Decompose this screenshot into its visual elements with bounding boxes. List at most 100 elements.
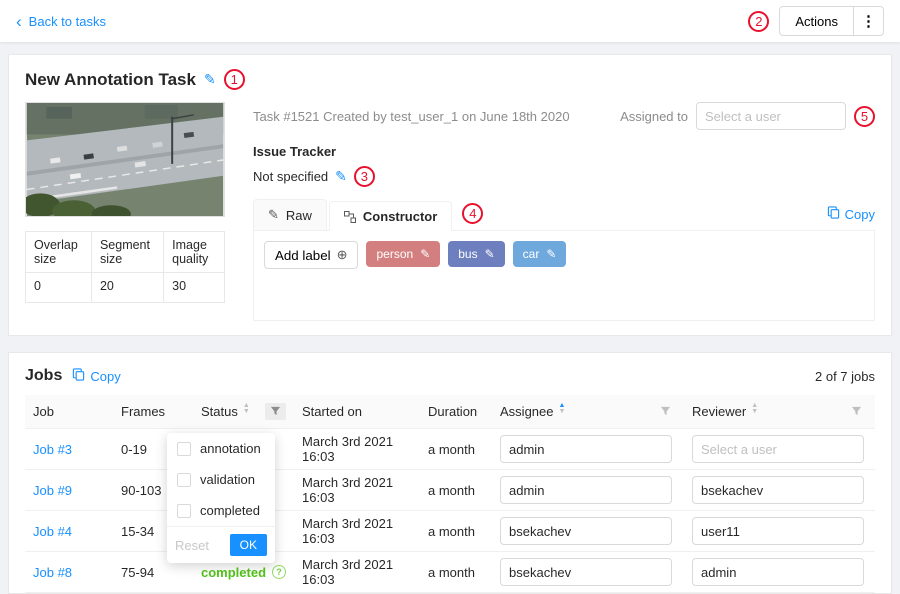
param-quality-header: Image quality [164,232,225,273]
more-actions-button[interactable]: ⋮ [854,6,884,36]
job-status-completed: completed ? [201,565,286,580]
status-filter-icon[interactable] [265,403,286,420]
checkbox[interactable] [177,504,191,518]
assignee-filter-icon[interactable] [655,403,676,420]
col-started: Started on [294,395,420,429]
pencil-icon: ✎ [268,207,279,223]
col-status-label[interactable]: Status [201,404,238,419]
task-left-column: Overlap size Segment size Image quality … [25,102,225,321]
reviewer-input[interactable] [692,517,864,545]
label-person-name: person [376,247,413,261]
label-bus-name: bus [458,247,477,261]
task-meta: Task #1521 Created by test_user_1 on Jun… [253,109,570,124]
status-sort-icon[interactable]: ▲▼ [243,406,250,418]
add-label-button[interactable]: Add label ⊕ [264,241,358,269]
reviewer-sort-icon[interactable]: ▲▼ [751,406,758,418]
params-value-row: 0 20 30 [26,273,225,303]
edit-issue-tracker-icon[interactable]: ✎ [335,168,347,185]
filter-option-annotation[interactable]: annotation [167,433,275,464]
jobs-title: Jobs [25,367,62,385]
job-row-2: Job #9 90-103 March 3rd 2021 16:03 a mon… [25,470,875,511]
annotation-circle-4: 4 [462,203,483,224]
assignee-input[interactable] [500,558,672,586]
labels-tabs-bar: ✎ Raw Constructor 4 Copy [253,199,875,231]
jobs-table-header-row: Job Frames Status ▲▼ Started on Duration [25,395,875,429]
filter-option-annotation-label: annotation [200,441,261,456]
filter-ok-button[interactable]: OK [230,534,267,556]
back-to-tasks-link[interactable]: ‹ Back to tasks [16,13,106,30]
job-link[interactable]: Job #4 [33,524,72,539]
job-started: March 3rd 2021 16:03 [294,511,420,552]
jobs-copy-link[interactable]: Copy [72,368,120,384]
col-reviewer: Reviewer ▲▼ [684,395,875,429]
filter-footer: Reset OK [167,526,275,563]
job-duration: a month [420,429,492,470]
reviewer-filter-icon[interactable] [846,403,867,420]
reviewer-input[interactable] [692,476,864,504]
back-to-tasks-label: Back to tasks [29,14,106,29]
edit-label-bus-icon[interactable]: ✎ [485,247,495,261]
reviewer-input[interactable] [692,435,864,463]
task-title-row: New Annotation Task ✎ 1 [25,69,875,90]
task-title: New Annotation Task [25,70,196,90]
tab-raw[interactable]: ✎ Raw [253,199,327,230]
edit-label-car-icon[interactable]: ✎ [546,247,556,261]
labels-copy-link[interactable]: Copy [827,206,875,230]
filter-option-completed[interactable]: completed [167,495,275,526]
copy-icon [827,206,840,222]
job-started: March 3rd 2021 16:03 [294,429,420,470]
col-duration: Duration [420,395,492,429]
jobs-table: Job Frames Status ▲▼ Started on Duration [25,395,875,593]
param-quality-value: 30 [164,273,225,303]
plus-circle-icon: ⊕ [337,247,348,263]
reviewer-input[interactable] [692,558,864,586]
edit-label-person-icon[interactable]: ✎ [420,247,430,261]
assigned-to-input[interactable] [696,102,846,130]
col-assignee-label[interactable]: Assignee [500,404,553,419]
filter-option-validation[interactable]: validation [167,464,275,495]
annotation-circle-3: 3 [354,166,375,187]
topbar-right: 2 Actions ⋮ [748,6,884,36]
task-params-table: Overlap size Segment size Image quality … [25,231,225,303]
assignee-input[interactable] [500,517,672,545]
add-label-text: Add label [275,248,331,263]
col-reviewer-label[interactable]: Reviewer [692,404,746,419]
filter-option-completed-label: completed [200,503,260,518]
edit-title-icon[interactable]: ✎ [204,71,216,88]
task-body: Overlap size Segment size Image quality … [25,102,875,321]
annotation-circle-5: 5 [854,106,875,127]
tab-constructor[interactable]: Constructor [329,201,452,231]
annotation-circle-1: 1 [224,69,245,90]
issue-tracker-label: Issue Tracker [253,144,875,159]
status-filter-dropdown: annotation validation completed Reset OK [167,433,275,563]
task-right-column: Task #1521 Created by test_user_1 on Jun… [253,102,875,321]
jobs-count: 2 of 7 jobs [815,369,875,384]
jobs-card: Jobs Copy 2 of 7 jobs Job Frames Status … [8,352,892,594]
assignee-input[interactable] [500,476,672,504]
assignee-input[interactable] [500,435,672,463]
params-header-row: Overlap size Segment size Image quality [26,232,225,273]
job-link[interactable]: Job #9 [33,483,72,498]
col-frames: Frames [113,395,193,429]
filter-reset-button[interactable]: Reset [175,538,209,553]
assignee-sort-icon[interactable]: ▲▼ [559,406,566,418]
job-link[interactable]: Job #3 [33,442,72,457]
assigned-to-group: Assigned to 5 [620,102,875,130]
label-chip-person[interactable]: person ✎ [366,241,440,267]
status-text: completed [201,565,266,580]
label-chip-car[interactable]: car ✎ [513,241,567,267]
param-overlap-header: Overlap size [26,232,92,273]
constructor-icon [344,211,356,223]
checkbox[interactable] [177,442,191,456]
task-thumbnail [25,102,225,217]
label-chip-bus[interactable]: bus ✎ [448,241,504,267]
actions-button-group: Actions ⋮ [779,6,884,36]
checkbox[interactable] [177,473,191,487]
tab-constructor-label: Constructor [363,209,437,224]
question-circle-icon[interactable]: ? [272,565,286,579]
actions-button[interactable]: Actions [779,6,854,36]
job-started: March 3rd 2021 16:03 [294,552,420,593]
annotation-circle-2: 2 [748,11,769,32]
job-started: March 3rd 2021 16:03 [294,470,420,511]
job-link[interactable]: Job #8 [33,565,72,580]
